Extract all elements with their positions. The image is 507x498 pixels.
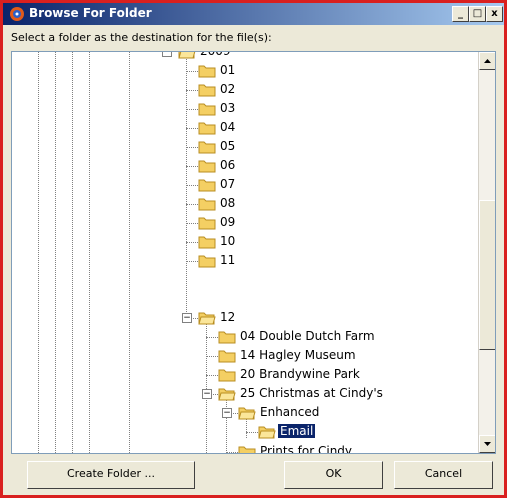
tree-connector xyxy=(226,452,238,453)
folder-icon xyxy=(198,198,216,211)
tree-item-label: 14 Hagley Museum xyxy=(240,348,356,362)
tree-item-label: 09 xyxy=(220,215,236,229)
tree-connector xyxy=(186,128,198,129)
app-icon xyxy=(10,7,24,21)
tree-item-label: 02 xyxy=(220,82,236,96)
tree-item-label: Prints for Cindy xyxy=(260,444,353,454)
tree-item-12[interactable]: − 12 xyxy=(12,309,472,328)
folder-icon xyxy=(218,331,236,344)
tree-item-label: 08 xyxy=(220,196,236,210)
tree-item-prints-for-cindy[interactable]: Prints for Cindy xyxy=(12,443,472,454)
folder-icon xyxy=(198,84,216,97)
tree-connector xyxy=(246,432,258,433)
open-folder-icon xyxy=(238,407,256,420)
tree-item-month[interactable]: 04 xyxy=(12,119,472,138)
title-bar[interactable]: Browse For Folder _ □ x xyxy=(3,3,504,25)
folder-tree[interactable]: − 2009 01 02 03 04 05 06 07 08 09 10 11 − 12 xyxy=(11,51,496,454)
tree-connector xyxy=(186,71,198,72)
tree-connector xyxy=(206,337,218,338)
selected-folder-label: Email xyxy=(276,423,317,439)
down-arrow-icon xyxy=(484,442,491,446)
maximize-button[interactable]: □ xyxy=(469,6,486,22)
tree-connector xyxy=(206,375,218,376)
window-title: Browse For Folder xyxy=(29,6,152,20)
tree-item-label: 07 xyxy=(220,177,236,191)
folder-icon xyxy=(198,65,216,78)
collapse-icon[interactable]: − xyxy=(182,313,192,323)
tree-item-label: 12 xyxy=(220,310,236,324)
dialog-prompt: Select a folder as the destination for t… xyxy=(11,31,272,44)
tree-item-label: 05 xyxy=(220,139,236,153)
tree-connector xyxy=(186,166,198,167)
tree-item-christmas[interactable]: − 25 Christmas at Cindy's xyxy=(12,385,472,404)
tree-item-label: 2009 xyxy=(200,51,231,58)
tree-connector xyxy=(186,109,198,110)
folder-icon xyxy=(198,103,216,116)
vertical-scrollbar[interactable] xyxy=(478,52,495,453)
folder-icon xyxy=(198,217,216,230)
tree-item-month[interactable]: 09 xyxy=(12,214,472,233)
folder-icon xyxy=(198,179,216,192)
tree-item-month[interactable]: 08 xyxy=(12,195,472,214)
tree-connector xyxy=(186,223,198,224)
minimize-button[interactable]: _ xyxy=(452,6,469,22)
tree-item-label: 10 xyxy=(220,234,236,248)
tree-item-label: 25 Christmas at Cindy's xyxy=(240,386,383,400)
browse-for-folder-dialog: Browse For Folder _ □ x Select a folder … xyxy=(0,0,507,498)
tree-item-month[interactable]: 02 xyxy=(12,81,472,100)
collapse-icon[interactable]: − xyxy=(222,408,232,418)
tree-item-month[interactable]: 03 xyxy=(12,100,472,119)
folder-icon xyxy=(198,255,216,268)
tree-connector xyxy=(186,204,198,205)
create-folder-button[interactable]: Create Folder ... xyxy=(27,461,195,489)
tree-item-month[interactable]: 11 xyxy=(12,252,472,271)
tree-item-label: 04 xyxy=(220,120,236,134)
tree-item-double-dutch[interactable]: 04 Double Dutch Farm xyxy=(12,328,472,347)
tree-item-month[interactable]: 06 xyxy=(12,157,472,176)
collapse-icon[interactable]: − xyxy=(162,52,172,57)
open-folder-icon xyxy=(218,388,236,401)
tree-item-label: 20 Brandywine Park xyxy=(240,367,360,381)
ok-button[interactable]: OK xyxy=(284,461,383,489)
folder-icon xyxy=(218,369,236,382)
tree-connector xyxy=(206,356,218,357)
tree-item-month[interactable]: 05 xyxy=(12,138,472,157)
folder-icon xyxy=(198,122,216,135)
tree-item-label: 04 Double Dutch Farm xyxy=(240,329,375,343)
scroll-down-button[interactable] xyxy=(479,435,495,453)
open-folder-icon xyxy=(258,426,276,439)
tree-item-label: 11 xyxy=(220,253,236,267)
tree-item-label: 03 xyxy=(220,101,236,115)
open-folder-icon xyxy=(178,52,196,59)
tree-item-hagley[interactable]: 14 Hagley Museum xyxy=(12,347,472,366)
folder-icon xyxy=(198,236,216,249)
folder-icon xyxy=(198,160,216,173)
scroll-up-button[interactable] xyxy=(479,52,495,70)
tree-item-month[interactable]: 01 xyxy=(12,62,472,81)
tree-item-email[interactable]: Email xyxy=(12,423,472,442)
tree-item-label: 06 xyxy=(220,158,236,172)
tree-connector xyxy=(186,185,198,186)
close-button[interactable]: x xyxy=(486,6,503,22)
folder-icon xyxy=(238,446,256,453)
up-arrow-icon xyxy=(484,59,491,63)
tree-item-month[interactable]: 07 xyxy=(12,176,472,195)
tree-item-2009[interactable]: − 2009 xyxy=(12,51,472,62)
tree-item-month[interactable]: 10 xyxy=(12,233,472,252)
tree-connector xyxy=(186,261,198,262)
tree-connector xyxy=(186,147,198,148)
tree-item-label: 01 xyxy=(220,63,236,77)
tree-connector xyxy=(186,90,198,91)
folder-icon xyxy=(198,141,216,154)
tree-item-enhanced[interactable]: − Enhanced xyxy=(12,404,472,423)
folder-icon xyxy=(218,350,236,363)
tree-connector xyxy=(186,242,198,243)
open-folder-icon xyxy=(198,312,216,325)
tree-item-brandywine[interactable]: 20 Brandywine Park xyxy=(12,366,472,385)
tree-item-label: Enhanced xyxy=(260,405,320,419)
cancel-button[interactable]: Cancel xyxy=(394,461,493,489)
collapse-icon[interactable]: − xyxy=(202,389,212,399)
scrollbar-thumb[interactable] xyxy=(479,200,495,350)
